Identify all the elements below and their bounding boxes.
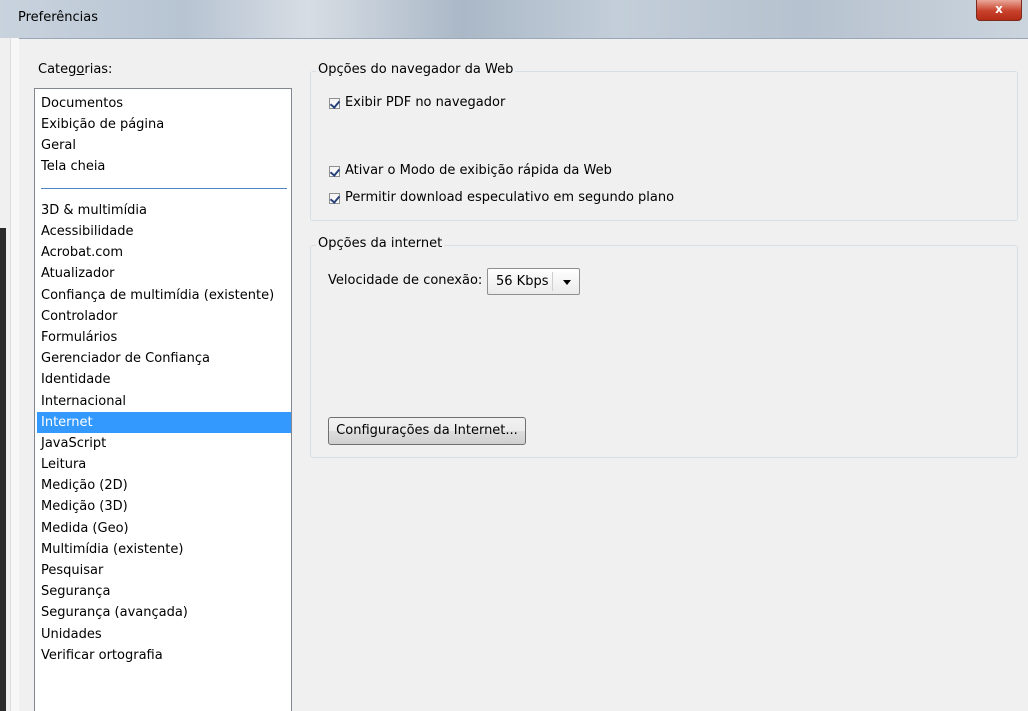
- categories-label: Categorias:: [38, 62, 112, 77]
- list-item-atualizador[interactable]: Atualizador: [37, 263, 291, 284]
- checkbox[interactable]: [329, 192, 341, 204]
- list-item-acessibilidade[interactable]: Acessibilidade: [37, 221, 291, 242]
- option-label: Exibir PDF no navegador: [345, 95, 506, 110]
- list-item-multimidia-existente[interactable]: Multimídia (existente): [37, 539, 291, 560]
- list-item-geral[interactable]: Geral: [37, 135, 291, 156]
- list-item-leitura[interactable]: Leitura: [37, 454, 291, 475]
- option-speculative-download[interactable]: Permitir download especulativo em segund…: [329, 189, 674, 207]
- chevron-down-icon: [563, 280, 571, 285]
- connection-speed-select[interactable]: 56 Kbps: [487, 268, 580, 295]
- frame-edge-dark: [0, 228, 6, 711]
- internet-settings-button-label: Configurações da Internet...: [336, 423, 518, 438]
- list-item-internacional[interactable]: Internacional: [37, 391, 291, 412]
- list-item-exibicao-de-pagina[interactable]: Exibição de página: [37, 114, 291, 135]
- list-item-formularios[interactable]: Formulários: [37, 327, 291, 348]
- option-show-pdf-in-browser[interactable]: Exibir PDF no navegador: [329, 94, 505, 112]
- categories-label-text: Categorias:: [38, 62, 113, 77]
- title-bar[interactable]: Preferências x: [0, 0, 1028, 39]
- checkmark-icon: [329, 165, 341, 177]
- checkbox[interactable]: [329, 97, 341, 109]
- list-item-gerenciador-de-confianca[interactable]: Gerenciador de Confiança: [37, 348, 291, 369]
- list-item-medicao-3d[interactable]: Medição (3D): [37, 496, 291, 517]
- list-item-identidade[interactable]: Identidade: [37, 369, 291, 390]
- categories-list[interactable]: Documentos Exibição de página Geral Tela…: [34, 88, 292, 711]
- list-item-unidades[interactable]: Unidades: [37, 624, 291, 645]
- frame-edge-light: [10, 38, 19, 711]
- checkbox[interactable]: [329, 165, 341, 177]
- list-item-javascript[interactable]: JavaScript: [37, 433, 291, 454]
- internet-settings-button[interactable]: Configurações da Internet...: [328, 417, 526, 445]
- list-item-seguranca-avancada[interactable]: Segurança (avançada): [37, 602, 291, 623]
- left-frame: [0, 38, 19, 711]
- close-icon: x: [995, 2, 1003, 16]
- list-item-medicao-2d[interactable]: Medição (2D): [37, 475, 291, 496]
- connection-speed-label: Velocidade de conexão:: [328, 273, 483, 288]
- internet-options-title: Opções da internet: [316, 236, 445, 251]
- list-item-internet[interactable]: Internet: [37, 412, 291, 433]
- list-item-acrobat-com[interactable]: Acrobat.com: [37, 242, 291, 263]
- list-item-confianca-multimidia[interactable]: Confiança de multimídia (existente): [37, 285, 291, 306]
- list-item-documentos[interactable]: Documentos: [37, 93, 291, 114]
- list-separator: [41, 188, 287, 189]
- option-label: Permitir download especulativo em segund…: [345, 190, 675, 205]
- option-label: Ativar o Modo de exibição rápida da Web: [345, 163, 612, 178]
- list-item-seguranca[interactable]: Segurança: [37, 581, 291, 602]
- window-title: Preferências: [18, 10, 99, 25]
- checkmark-icon: [329, 192, 341, 204]
- browser-options-title: Opções do navegador da Web: [316, 62, 516, 77]
- list-item-verificar-ortografia[interactable]: Verificar ortografia: [37, 645, 291, 666]
- select-divider: [552, 272, 553, 291]
- list-item-medida-geo[interactable]: Medida (Geo): [37, 518, 291, 539]
- close-button[interactable]: x: [976, 0, 1022, 21]
- list-item-tela-cheia[interactable]: Tela cheia: [37, 156, 291, 177]
- list-item-pesquisar[interactable]: Pesquisar: [37, 560, 291, 581]
- list-item-3d-multimidia[interactable]: 3D & multimídia: [37, 200, 291, 221]
- option-fast-web-view[interactable]: Ativar o Modo de exibição rápida da Web: [329, 162, 612, 180]
- list-item-controlador[interactable]: Controlador: [37, 306, 291, 327]
- checkmark-icon: [329, 97, 341, 109]
- connection-speed-value: 56 Kbps: [496, 274, 549, 289]
